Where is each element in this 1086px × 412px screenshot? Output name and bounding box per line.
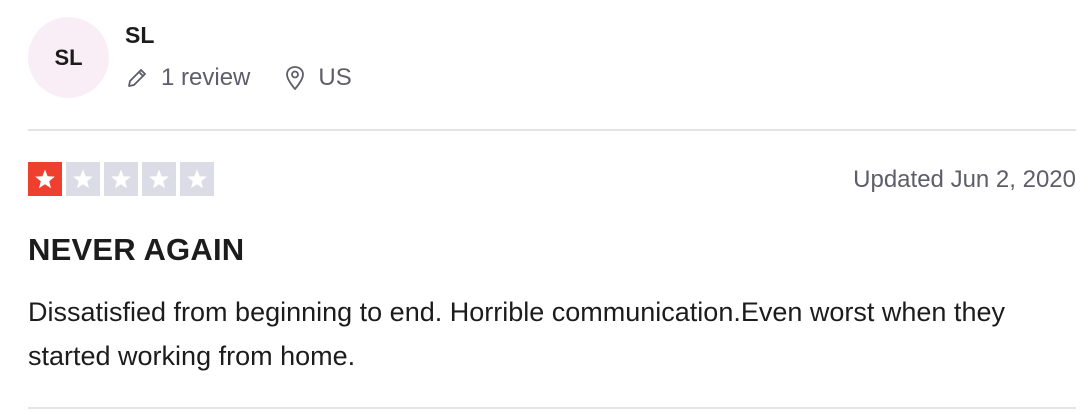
star-filled bbox=[28, 162, 62, 196]
star-empty bbox=[66, 162, 100, 196]
star-empty bbox=[180, 162, 214, 196]
location-label: US bbox=[318, 64, 352, 91]
review-card: SL SL 1 review US Updated Jun 2, 2020 NE… bbox=[0, 0, 1086, 412]
star-icon bbox=[111, 169, 131, 189]
pencil-icon bbox=[128, 69, 146, 87]
review-title[interactable]: NEVER AGAIN bbox=[28, 232, 244, 268]
star-empty bbox=[104, 162, 138, 196]
review-count: 1 review bbox=[125, 64, 250, 92]
reviewer-name[interactable]: SL bbox=[125, 22, 154, 49]
star-rating bbox=[28, 162, 218, 196]
avatar[interactable]: SL bbox=[28, 17, 109, 98]
location-pin-icon bbox=[286, 66, 305, 90]
reviewer-meta: 1 review US bbox=[125, 64, 352, 92]
star-icon bbox=[73, 169, 93, 189]
review-count-label: 1 review bbox=[161, 64, 251, 91]
divider bbox=[28, 407, 1076, 409]
divider bbox=[28, 129, 1076, 131]
star-icon bbox=[187, 169, 207, 189]
star-empty bbox=[142, 162, 176, 196]
review-date: Updated Jun 2, 2020 bbox=[853, 166, 1076, 193]
reviewer-location: US bbox=[284, 64, 352, 92]
review-text: Dissatisfied from beginning to end. Horr… bbox=[28, 297, 1005, 371]
star-icon bbox=[35, 169, 55, 189]
star-icon bbox=[149, 169, 169, 189]
